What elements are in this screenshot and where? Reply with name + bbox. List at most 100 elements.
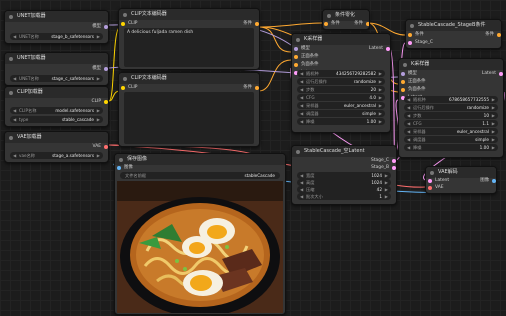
arrow-right-icon[interactable]: ▶: [492, 136, 495, 143]
output-latent[interactable]: Latent: [482, 70, 503, 78]
input-vae[interactable]: VAE: [428, 184, 444, 192]
arrow-right-icon[interactable]: ▶: [97, 107, 100, 114]
node-title[interactable]: CLIP文本编码器: [119, 73, 259, 84]
collapse-dot-icon[interactable]: [123, 12, 127, 17]
collapse-dot-icon[interactable]: [327, 13, 331, 18]
unet-loader-node-1[interactable]: UNET加载器 模型 ◀ UNET名称 stage_b_safetensors ▶: [4, 10, 109, 44]
arrow-right-icon[interactable]: ▶: [492, 128, 495, 135]
output-port-icon[interactable]: [104, 25, 108, 29]
arrow-left-icon[interactable]: ◀: [300, 94, 303, 101]
input-port-icon[interactable]: [428, 186, 432, 190]
arrow-right-icon[interactable]: ▶: [97, 75, 100, 82]
arrow-right-icon[interactable]: ▶: [385, 179, 388, 186]
prompt-textarea[interactable]: [124, 92, 254, 144]
collapse-dot-icon[interactable]: [123, 76, 127, 81]
arrow-right-icon[interactable]: ▶: [385, 172, 388, 179]
steps-widget[interactable]: ◀ 步数 20 ▶: [297, 86, 385, 93]
output-port-icon[interactable]: [255, 22, 259, 26]
collapse-dot-icon[interactable]: [403, 62, 407, 67]
input-stage-c[interactable]: Stage_C: [408, 39, 433, 47]
output-port-icon[interactable]: [104, 67, 108, 71]
input-clip[interactable]: CLIP: [121, 84, 137, 92]
width-widget[interactable]: ◀ 宽度 1024 ▶: [297, 172, 391, 179]
node-title[interactable]: VAE加载器: [5, 132, 108, 143]
compression-widget[interactable]: ◀ 压缩 42 ▶: [297, 186, 391, 193]
unet-loader-node-2[interactable]: UNET加载器 模型 ◀ UNET名称 stage_c_safetensors ▶: [4, 52, 109, 86]
arrow-right-icon[interactable]: ▶: [379, 110, 382, 117]
ksampler-node-1[interactable]: K采样器 模型 正面条件 负面条件 Latent Latent ◀随机种4342…: [291, 33, 391, 133]
batch-size-widget[interactable]: ◀ 批次大小 1 ▶: [297, 193, 391, 200]
arrow-left-icon[interactable]: ◀: [407, 144, 410, 151]
output-port-icon[interactable]: [366, 22, 369, 26]
input-port-icon[interactable]: [121, 86, 125, 90]
cfg-widget[interactable]: ◀ CFG 4.0 ▶: [297, 94, 385, 101]
collapse-dot-icon[interactable]: [430, 170, 434, 175]
arrow-left-icon[interactable]: ◀: [300, 70, 303, 77]
arrow-left-icon[interactable]: ◀: [300, 193, 303, 200]
ksampler-node-2[interactable]: K采样器 模型 正面条件 负面条件 Latent Latent ◀随机种6786…: [398, 58, 504, 158]
node-title[interactable]: K采样器: [292, 34, 390, 45]
output-port-icon[interactable]: [104, 145, 108, 149]
clip-name-widget[interactable]: ◀ CLIP名称 model.safetensors ▶: [10, 107, 103, 114]
output-port-icon[interactable]: [255, 86, 259, 90]
arrow-right-icon[interactable]: ▶: [97, 33, 100, 40]
input-model[interactable]: 模型: [294, 45, 310, 53]
arrow-left-icon[interactable]: ◀: [300, 86, 303, 93]
output-stage-b[interactable]: Stage_B: [371, 164, 396, 172]
node-title[interactable]: UNET加载器: [5, 11, 108, 22]
input-model[interactable]: 模型: [401, 70, 417, 78]
output-port-icon[interactable]: [499, 72, 503, 76]
scheduler-widget[interactable]: ◀ 调度器 simple ▶: [297, 110, 385, 117]
arrow-left-icon[interactable]: ◀: [300, 118, 303, 125]
arrow-left-icon[interactable]: ◀: [13, 75, 16, 82]
cfg-widget[interactable]: ◀ CFG 1.1 ▶: [404, 120, 498, 127]
arrow-right-icon[interactable]: ▶: [492, 112, 495, 119]
seed-widget[interactable]: ◀ 随机种 434256729282582 ▶: [297, 70, 385, 77]
arrow-right-icon[interactable]: ▶: [385, 193, 388, 200]
input-port-icon[interactable]: [324, 22, 328, 26]
arrow-left-icon[interactable]: ◀: [407, 136, 410, 143]
node-title[interactable]: StableCascade_空Latent: [292, 146, 396, 157]
denoise-widget[interactable]: ◀ 降噪 1.00 ▶: [404, 144, 498, 151]
stablecascade-empty-latent-node[interactable]: StableCascade_空Latent Stage_C Stage_B ◀ 宽…: [291, 145, 397, 205]
collapse-dot-icon[interactable]: [296, 37, 300, 42]
vae-decode-node[interactable]: VAE解码 Latent VAE 图像: [425, 166, 497, 194]
input-port-icon[interactable]: [428, 179, 432, 183]
arrow-right-icon[interactable]: ▶: [379, 78, 382, 85]
output-port-icon[interactable]: [392, 159, 396, 163]
filename-prefix-widget[interactable]: 文件名前缀 stableCascade: [120, 172, 280, 179]
arrow-left-icon[interactable]: ◀: [300, 179, 303, 186]
arrow-left-icon[interactable]: ◀: [13, 152, 16, 159]
output-conditioning[interactable]: 条件: [243, 84, 259, 92]
input-port-icon[interactable]: [408, 33, 412, 37]
arrow-right-icon[interactable]: ▶: [97, 116, 100, 123]
save-image-node[interactable]: 保存图像 图像 文件名前缀 stableCascade: [114, 153, 286, 315]
input-port-icon[interactable]: [401, 88, 405, 92]
control-after-generate-widget[interactable]: ◀ 运行后操作 randomize ▶: [404, 104, 498, 111]
collapse-dot-icon[interactable]: [9, 90, 13, 95]
output-latent[interactable]: Latent: [369, 45, 390, 53]
output-port-icon[interactable]: [104, 100, 108, 104]
output-port-icon[interactable]: [497, 33, 501, 37]
input-conditioning[interactable]: 条件: [324, 20, 340, 28]
stablecascade-stageb-conditioning-node[interactable]: StableCascade_StageB条件 条件 Stage_C 条件: [405, 19, 502, 49]
clip-type-widget[interactable]: ◀ type stable_cascade ▶: [10, 116, 103, 123]
clip-text-encode-negative-node[interactable]: CLIP文本编码器 CLIP 条件: [118, 72, 260, 147]
input-port-icon[interactable]: [401, 72, 405, 76]
unet-name-widget[interactable]: ◀ UNET名称 stage_b_safetensors ▶: [10, 33, 103, 40]
arrow-right-icon[interactable]: ▶: [492, 120, 495, 127]
input-port-icon[interactable]: [294, 63, 298, 67]
input-negative[interactable]: 负面条件: [294, 61, 319, 69]
node-title[interactable]: CLIP文本编码器: [119, 9, 259, 20]
arrow-left-icon[interactable]: ◀: [407, 120, 410, 127]
input-positive[interactable]: 正面条件: [401, 78, 426, 86]
conditioning-zero-out-node[interactable]: 条件零化 条件 条件: [322, 9, 370, 30]
collapse-dot-icon[interactable]: [410, 23, 414, 28]
steps-widget[interactable]: ◀ 步数 10 ▶: [404, 112, 498, 119]
node-title[interactable]: StableCascade_StageB条件: [406, 20, 501, 31]
output-port-icon[interactable]: [492, 179, 496, 183]
input-port-icon[interactable]: [401, 80, 405, 84]
scheduler-widget[interactable]: ◀ 调度器 simple ▶: [404, 136, 498, 143]
node-title[interactable]: UNET加载器: [5, 53, 108, 64]
arrow-right-icon[interactable]: ▶: [379, 102, 382, 109]
